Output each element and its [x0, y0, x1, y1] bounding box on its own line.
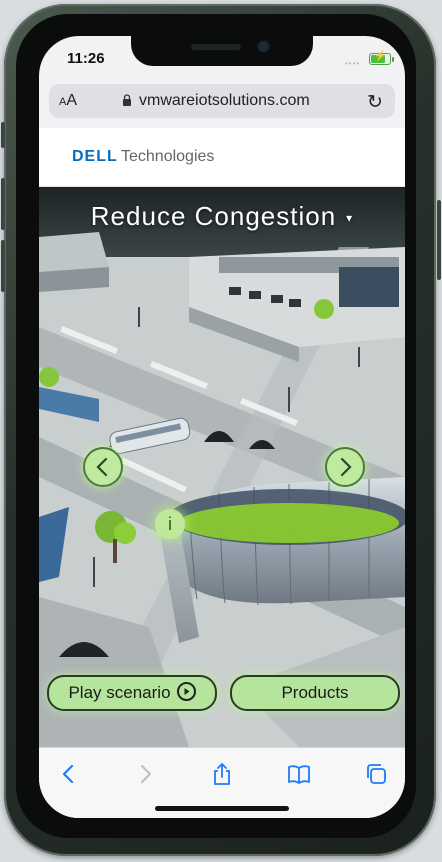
url-text[interactable]: vmwareiotsolutions.com: [139, 92, 310, 110]
dell-logo[interactable]: DELL: [72, 148, 118, 166]
signal-icon: ••••: [345, 59, 361, 68]
power-button: [437, 200, 441, 280]
play-scenario-button[interactable]: Play scenario: [47, 675, 217, 711]
info-hotspot-button[interactable]: i: [155, 509, 185, 539]
city-scene[interactable]: Reduce Congestion ▾ i Play scenario Produ…: [39, 187, 405, 747]
info-icon: i: [168, 514, 172, 534]
notch: [131, 36, 313, 66]
address-bar[interactable]: AAAA vmwareiotsolutions.com ↻: [49, 84, 395, 118]
scenario-selector[interactable]: Reduce Congestion ▾: [39, 201, 405, 232]
next-arrow-button[interactable]: [325, 447, 365, 487]
screen: 11:26 •••• ⚡ AAAA vmwareiotsolutions.com…: [39, 36, 405, 818]
lock-icon: [123, 94, 131, 106]
dropdown-caret-icon: ▾: [346, 211, 354, 226]
front-camera: [258, 41, 269, 52]
play-scenario-label: Play scenario: [68, 683, 171, 702]
volume-down-button: [1, 240, 5, 292]
site-header: DELL Technologies: [39, 128, 405, 187]
speaker-grille: [191, 44, 241, 50]
home-indicator[interactable]: [155, 806, 289, 811]
tabs-icon[interactable]: [364, 762, 388, 786]
reload-icon[interactable]: ↻: [367, 91, 383, 114]
chevron-left-icon: [96, 457, 108, 477]
play-icon: [176, 682, 196, 702]
back-icon[interactable]: [57, 762, 81, 786]
scenario-title: Reduce Congestion: [90, 201, 337, 231]
share-icon[interactable]: [210, 762, 234, 786]
technologies-logo-text: Technologies: [121, 148, 215, 165]
products-button[interactable]: Products: [230, 675, 400, 711]
status-time: 11:26: [67, 50, 105, 67]
forward-icon[interactable]: [133, 762, 157, 786]
text-size-button[interactable]: AAAA: [59, 92, 77, 110]
battery-charging-icon: ⚡: [369, 51, 394, 65]
volume-up-button: [1, 178, 5, 230]
chevron-right-icon: [340, 457, 352, 477]
mute-switch: [1, 122, 5, 148]
bookmarks-icon[interactable]: [287, 762, 311, 786]
previous-arrow-button[interactable]: [83, 447, 123, 487]
products-label: Products: [281, 683, 349, 702]
